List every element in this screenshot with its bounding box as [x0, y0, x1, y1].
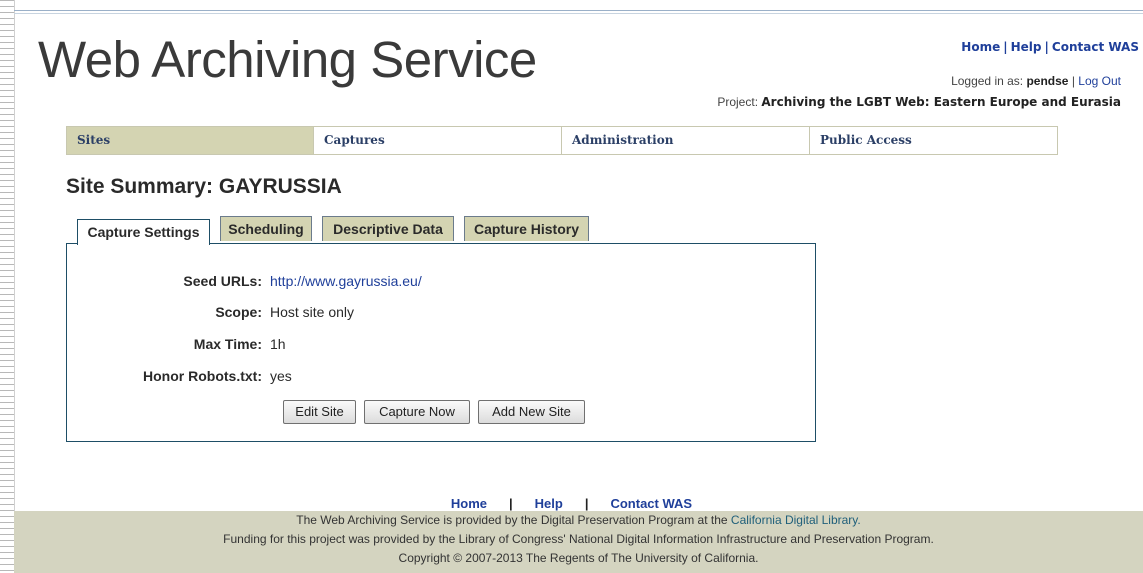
site-logo: Web Archiving Service — [38, 31, 537, 88]
footer-funding: Funding for this project was provided by… — [223, 532, 934, 546]
header-links: Home | Help | Contact WAS — [961, 40, 1139, 54]
top-divider — [14, 10, 1143, 11]
header-help-link[interactable]: Help — [1011, 40, 1042, 54]
main-nav: Sites Captures Administration Public Acc… — [66, 126, 1058, 155]
nav-public-access[interactable]: Public Access — [810, 127, 1057, 154]
edit-site-button[interactable]: Edit Site — [283, 400, 356, 424]
scope-label: Scope: — [215, 304, 262, 320]
capture-now-button[interactable]: Capture Now — [364, 400, 470, 424]
footer-links: Home | Help | Contact WAS — [0, 496, 1143, 511]
scope-value: Host site only — [270, 304, 355, 320]
project-name: Archiving the LGBT Web: Eastern Europe a… — [761, 95, 1121, 109]
tab-descriptive-data[interactable]: Descriptive Data — [322, 216, 454, 241]
header-contact-link[interactable]: Contact WAS — [1052, 40, 1139, 54]
footer-line-1: The Web Archiving Service is provided by… — [14, 511, 1143, 530]
separator: | — [1044, 40, 1049, 54]
seed-url-link[interactable]: http://www.gayrussia.eu/ — [270, 273, 422, 289]
seed-urls-label: Seed URLs: — [183, 273, 262, 289]
separator: | — [1071, 74, 1075, 88]
username: pendse — [1026, 74, 1069, 88]
footer-copyright: Copyright © 2007-2013 The Regents of The… — [398, 551, 759, 565]
logout-link[interactable]: Log Out — [1078, 74, 1121, 88]
login-status: Logged in as: pendse | Log Out — [951, 74, 1121, 88]
page-title: Site Summary: GAYRUSSIA — [66, 175, 342, 198]
nav-administration[interactable]: Administration — [562, 127, 810, 154]
max-time-label: Max Time: — [193, 336, 262, 352]
header-home-link[interactable]: Home — [961, 40, 1000, 54]
robots-value: yes — [270, 368, 292, 384]
footer-help-link[interactable]: Help — [535, 496, 563, 511]
tab-capture-history[interactable]: Capture History — [464, 216, 589, 241]
nav-sites[interactable]: Sites — [67, 127, 314, 154]
project-prefix: Project: — [717, 95, 759, 109]
max-time-value: 1h — [270, 336, 286, 352]
project-info: Project: Archiving the LGBT Web: Eastern… — [717, 95, 1121, 109]
separator: | — [584, 496, 589, 511]
top-divider-secondary — [14, 13, 1143, 14]
logged-in-prefix: Logged in as: — [951, 74, 1024, 88]
tab-scheduling[interactable]: Scheduling — [220, 216, 312, 241]
footer-credit-text: The Web Archiving Service is provided by… — [296, 513, 728, 527]
footer-home-link[interactable]: Home — [451, 496, 487, 511]
cdl-link[interactable]: California Digital Library. — [731, 513, 861, 527]
footer: The Web Archiving Service is provided by… — [14, 511, 1143, 573]
footer-contact-link[interactable]: Contact WAS — [610, 496, 692, 511]
separator: | — [509, 496, 513, 511]
robots-label: Honor Robots.txt: — [143, 368, 262, 384]
tab-capture-settings[interactable]: Capture Settings — [77, 219, 210, 245]
separator: | — [1003, 40, 1008, 54]
capture-settings-panel: Seed URLs: http://www.gayrussia.eu/ Scop… — [66, 243, 816, 442]
left-ruler — [0, 0, 15, 573]
nav-captures[interactable]: Captures — [314, 127, 562, 154]
add-new-site-button[interactable]: Add New Site — [478, 400, 585, 424]
